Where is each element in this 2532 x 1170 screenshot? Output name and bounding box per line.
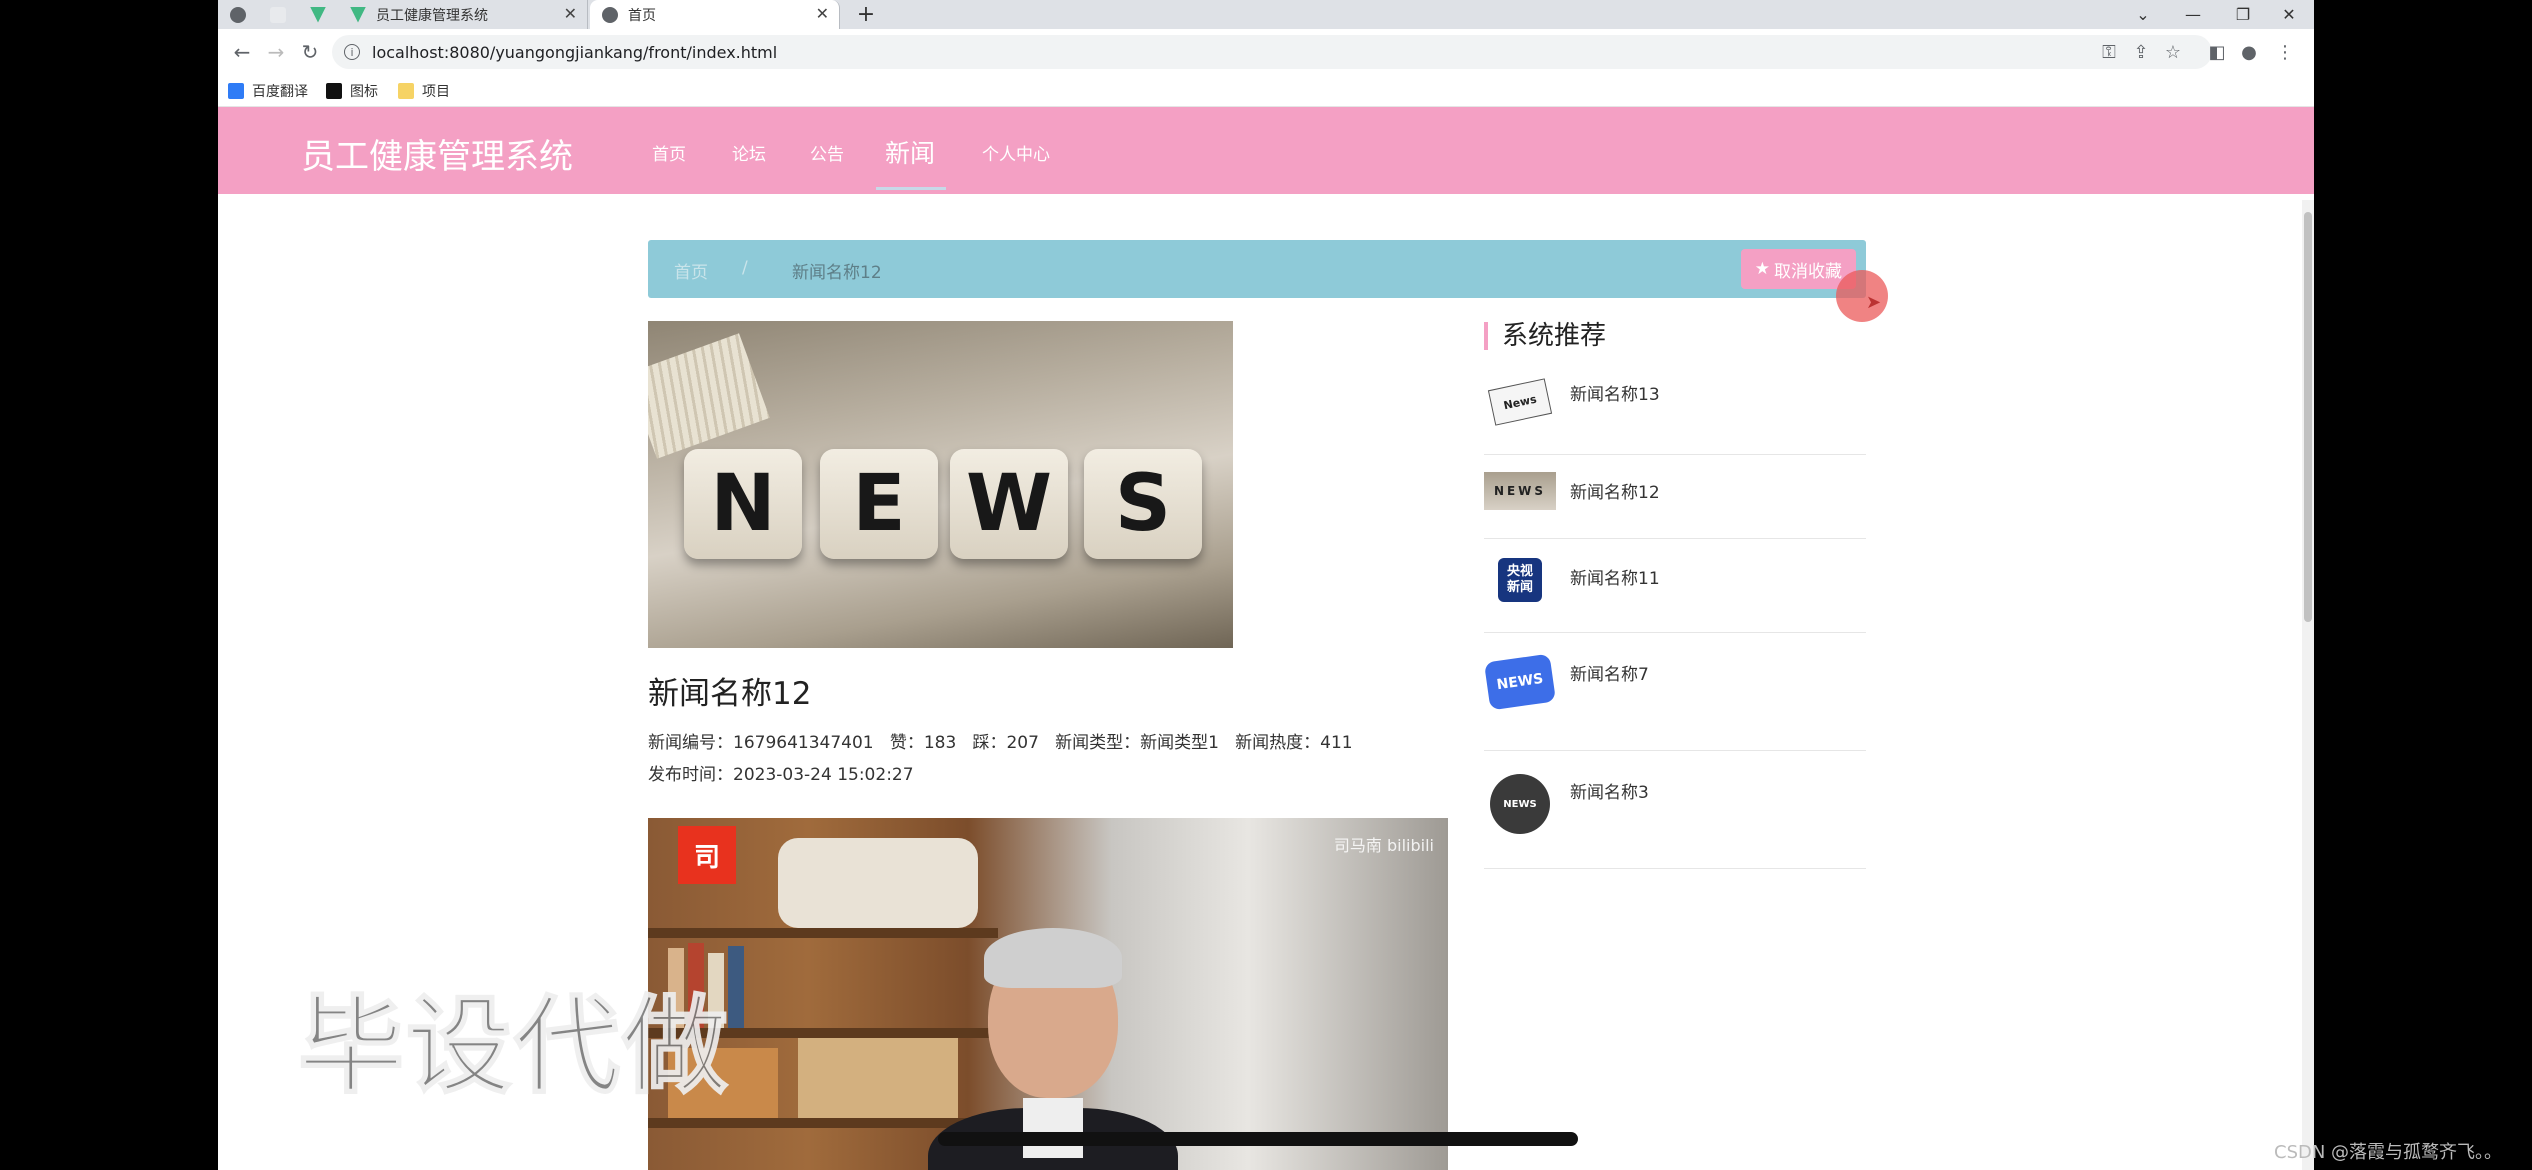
- bookmark-star-icon[interactable]: ☆: [2162, 41, 2184, 63]
- pinned-tab[interactable]: [258, 0, 298, 29]
- address-bar[interactable]: i localhost:8080/yuangongjiankang/front/…: [332, 35, 2212, 69]
- nav-forum[interactable]: 论坛: [732, 140, 766, 165]
- url-text[interactable]: localhost:8080/yuangongjiankang/front/in…: [372, 43, 777, 62]
- nav-active-indicator: [876, 187, 946, 190]
- recommend-title[interactable]: 新闻名称13: [1570, 380, 1660, 405]
- letter-die: W: [950, 449, 1068, 559]
- bookmark-item[interactable]: 百度翻译: [228, 81, 308, 101]
- tab-title: 首页: [628, 7, 656, 24]
- recommend-title[interactable]: 新闻名称3: [1570, 778, 1649, 803]
- new-tab-button[interactable]: +: [848, 0, 884, 29]
- back-icon[interactable]: ←: [228, 38, 256, 66]
- close-icon[interactable]: ✕: [564, 4, 577, 23]
- bookmark-label: 图标: [350, 84, 378, 100]
- breadcrumb-home[interactable]: 首页: [674, 258, 708, 283]
- tab-home[interactable]: 首页 ✕: [590, 0, 840, 29]
- browser-window: 员工健康管理系统 ✕ 首页 ✕ + ⌄ — ❐ ✕ ← → ↻ i localh…: [218, 0, 2314, 1170]
- shelf: [648, 928, 998, 938]
- book: [798, 1038, 958, 1118]
- recommend-heading: 系统推荐: [1484, 322, 1606, 350]
- recommend-title[interactable]: 新闻名称12: [1570, 478, 1660, 503]
- article-publish-time: 发布时间：2023-03-24 15:02:27: [648, 765, 914, 785]
- channel-badge: 司: [678, 826, 736, 884]
- news-dice-icon: NEWS: [1484, 472, 1556, 510]
- menu-icon[interactable]: ⋮: [2274, 41, 2296, 63]
- image-icon: [326, 83, 342, 99]
- article-title: 新闻名称12: [648, 676, 812, 712]
- news-megaphone-icon: NEWS: [1484, 642, 1556, 722]
- forward-icon[interactable]: →: [262, 38, 290, 66]
- share-icon[interactable]: ⇪: [2130, 41, 2152, 63]
- bookmark-label: 项目: [422, 84, 450, 100]
- folder-icon: [398, 83, 414, 99]
- tab-system[interactable]: 员工健康管理系统 ✕: [338, 0, 588, 29]
- recommend-item[interactable]: NEWS 新闻名称3: [1484, 750, 1866, 869]
- pinned-tab[interactable]: [298, 0, 338, 29]
- page-icon: [270, 6, 286, 23]
- newspaper-graphic: [648, 333, 770, 459]
- unfavorite-label: 取消收藏: [1774, 261, 1842, 281]
- nav-home[interactable]: 首页: [652, 140, 686, 165]
- tab-strip: 员工健康管理系统 ✕ 首页 ✕ + ⌄ — ❐ ✕: [218, 0, 2314, 29]
- video-watermark: 司马南 bilibili: [1333, 836, 1434, 855]
- recommend-title[interactable]: 新闻名称11: [1570, 564, 1660, 589]
- bookmark-item[interactable]: 图标: [326, 81, 378, 101]
- recommend-item[interactable]: NEWS 新闻名称12: [1484, 454, 1866, 539]
- recommend-title[interactable]: 新闻名称7: [1570, 660, 1649, 685]
- vue-icon: [350, 6, 366, 23]
- bookmark-item[interactable]: 项目: [398, 81, 450, 101]
- watermark-overlay: 毕设代做: [297, 984, 730, 1109]
- vue-icon: [310, 6, 326, 23]
- nav-profile[interactable]: 个人中心: [982, 140, 1050, 165]
- breadcrumb-current: 新闻名称12: [792, 263, 882, 283]
- article-meta: 新闻编号：1679641347401 赞：183 踩：207 新闻类型：新闻类型…: [648, 733, 1353, 753]
- nav-news[interactable]: 新闻: [885, 134, 935, 170]
- article-video[interactable]: 司 司马南 bilibili: [648, 818, 1448, 1170]
- pinned-tab[interactable]: [218, 0, 258, 29]
- recommend-item[interactable]: News 新闻名称13: [1484, 366, 1866, 455]
- translate-icon: [228, 83, 244, 99]
- tab-title: 员工健康管理系统: [376, 7, 488, 24]
- news-cover-image: N E W S: [648, 321, 1233, 648]
- breadcrumb: 首页 / 新闻名称12 ★ 取消收藏: [648, 240, 1866, 298]
- restore-icon[interactable]: ❐: [2218, 0, 2268, 29]
- credit-watermark: CSDN @落霞与孤鹜齐飞。。: [2274, 1142, 2503, 1163]
- letter-die: S: [1084, 449, 1202, 559]
- bookmark-label: 百度翻译: [252, 84, 308, 100]
- globe-icon: [602, 6, 618, 23]
- side-panel-icon[interactable]: ◧: [2206, 41, 2228, 63]
- newspaper-icon: News: [1484, 376, 1556, 428]
- close-icon[interactable]: ✕: [816, 4, 829, 23]
- breadcrumb-separator: /: [742, 258, 748, 278]
- mouse-cursor-icon: ➤: [1866, 292, 1882, 313]
- recommend-item[interactable]: 央视 新闻 新闻名称11: [1484, 538, 1866, 633]
- site-header: 员工健康管理系统 首页 论坛 公告 新闻 个人中心: [218, 107, 2314, 194]
- cctv-news-icon: 央视 新闻: [1484, 554, 1556, 606]
- reload-icon[interactable]: ↻: [296, 38, 324, 66]
- letter-die: N: [684, 449, 802, 559]
- site-info-icon[interactable]: i: [344, 44, 360, 60]
- bookmarks-bar: 百度翻译 图标 项目: [218, 75, 2314, 107]
- key-icon[interactable]: ⚿: [2098, 41, 2120, 63]
- tab-search-icon[interactable]: ⌄: [2118, 0, 2168, 29]
- minimize-icon[interactable]: —: [2168, 0, 2218, 29]
- video-progress-bar[interactable]: [938, 1132, 1578, 1146]
- globe-icon: [230, 6, 246, 23]
- star-icon: ★: [1754, 259, 1770, 278]
- shelf: [648, 1118, 998, 1128]
- nav-notice[interactable]: 公告: [810, 140, 844, 165]
- recommend-item[interactable]: NEWS 新闻名称7: [1484, 632, 1866, 751]
- letter-die: E: [820, 449, 938, 559]
- rolls: [778, 838, 978, 928]
- site-title: 员工健康管理系统: [301, 137, 573, 177]
- news-globe-icon: NEWS: [1484, 772, 1556, 836]
- address-toolbar: ← → ↻ i localhost:8080/yuangongjiankang/…: [218, 29, 2314, 75]
- profile-icon[interactable]: ●: [2238, 41, 2260, 63]
- vertical-scroll-thumb[interactable]: [2304, 212, 2312, 622]
- close-window-icon[interactable]: ✕: [2264, 0, 2314, 29]
- book: [728, 946, 744, 1028]
